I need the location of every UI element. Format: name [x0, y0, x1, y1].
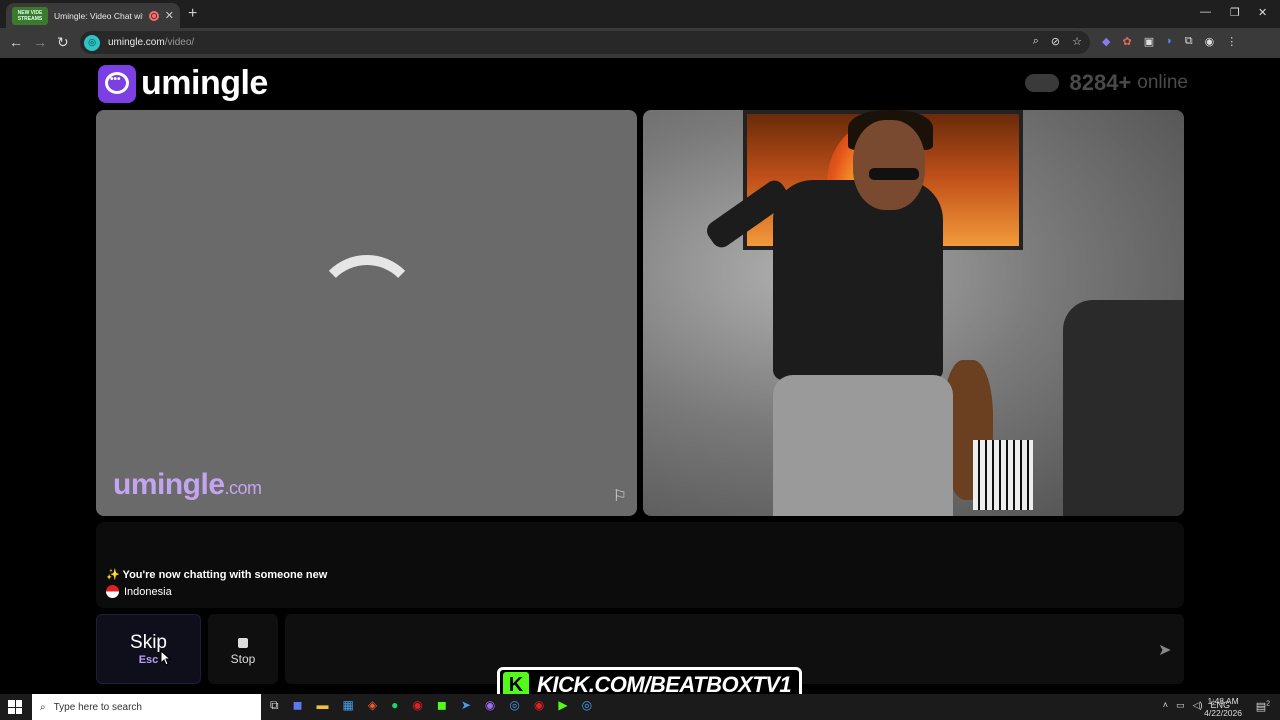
- self-video: [643, 110, 1184, 516]
- browser-tabbar: NEW VIDE STREAMS Umingle: Video Chat wit…: [0, 0, 1280, 28]
- app-icon-5[interactable]: ◉: [534, 698, 544, 713]
- restore-icon[interactable]: ❐: [1230, 6, 1240, 19]
- search-icon: ⌕: [40, 701, 46, 713]
- extensions-bar: ◆ ✿ ▣ ◗ ⧉ ◉ ⋮: [1102, 35, 1237, 48]
- minimize-icon[interactable]: —: [1200, 6, 1211, 18]
- stop-button[interactable]: Stop: [208, 614, 278, 684]
- tray-chevron-icon[interactable]: ˄: [1163, 700, 1168, 711]
- brave-icon[interactable]: ◈: [368, 698, 377, 713]
- file-explorer-icon[interactable]: ▬: [317, 698, 329, 713]
- online-indicator: 8284+ online: [1025, 70, 1188, 96]
- zoom-icon[interactable]: ⌕: [1033, 35, 1039, 48]
- site-logo[interactable]: umingle: [98, 64, 268, 103]
- extension-icon-4[interactable]: ◗: [1166, 35, 1173, 48]
- back-icon[interactable]: ←: [9, 34, 23, 50]
- chat-country: Indonesia: [106, 585, 172, 598]
- extension-icon-3[interactable]: ▣: [1144, 35, 1154, 48]
- profile-avatar[interactable]: ◉: [1205, 35, 1215, 48]
- address-bar[interactable]: ◎ umingle.com/video/ ⌕ ⊘ ☆: [80, 31, 1090, 54]
- logo-text: umingle: [141, 64, 268, 102]
- chat-log: ✨ You're now chatting with someone new I…: [96, 522, 1184, 608]
- sunglasses: [869, 168, 919, 180]
- windows-start-icon[interactable]: [8, 700, 22, 714]
- chrome-icon[interactable]: ◎: [509, 698, 519, 713]
- stop-label: Stop: [230, 652, 256, 666]
- taskbar-search[interactable]: ⌕ Type here to search: [32, 694, 261, 720]
- clock[interactable]: 1:48 AM 4/22/2026: [1204, 695, 1242, 719]
- taskbar-apps: ⧉ ◼ ▬ ▦ ◈ ● ◉ ◼ ➤ ◉ ◎ ◉ ▶ ◎: [270, 698, 592, 713]
- close-tab-icon[interactable]: ✕: [165, 9, 174, 22]
- tab-title: Umingle: Video Chat with S: [54, 10, 143, 21]
- new-tab-button[interactable]: +: [188, 5, 197, 23]
- person-head: [853, 120, 925, 210]
- telegram-icon[interactable]: ➤: [461, 698, 471, 713]
- gaming-chair: [1063, 300, 1184, 516]
- skip-shortcut: Esc: [138, 654, 159, 666]
- person-body: [773, 180, 943, 380]
- reload-icon[interactable]: ↻: [57, 34, 69, 51]
- browser-toolbar: ← → ↻ ◎ umingle.com/video/ ⌕ ⊘ ☆: [0, 28, 1280, 58]
- app-icon-7[interactable]: ◎: [582, 698, 592, 713]
- spotify-icon[interactable]: ●: [391, 698, 398, 713]
- stop-icon: [238, 638, 248, 648]
- skip-label: Skip: [130, 632, 167, 653]
- indonesia-flag-icon: [106, 585, 119, 598]
- page: umingle 8284+ online umingle.com ⚐ ✨ You…: [0, 58, 1280, 694]
- extension-icon-2[interactable]: ✿: [1122, 35, 1131, 48]
- keyboard-instrument: [973, 440, 1033, 510]
- app-icon-1[interactable]: ◼: [293, 698, 303, 713]
- online-label: online: [1137, 72, 1188, 93]
- tab-favicon: NEW VIDE STREAMS: [12, 6, 48, 25]
- video-watermark: umingle.com: [113, 468, 262, 501]
- browser-tab[interactable]: NEW VIDE STREAMS Umingle: Video Chat wit…: [6, 3, 180, 28]
- app-icon-4[interactable]: ◉: [485, 698, 495, 713]
- notifications-icon[interactable]: ▤2: [1256, 700, 1270, 713]
- chat-bubble-icon: [98, 64, 136, 103]
- bookmark-star-icon[interactable]: ☆: [1072, 35, 1082, 48]
- skip-button[interactable]: Skip Esc: [96, 614, 201, 684]
- app-icon-6[interactable]: ▶: [558, 698, 567, 713]
- taskbar: ⌕ Type here to search ⧉ ◼ ▬ ▦ ◈ ● ◉ ◼ ➤ …: [0, 694, 1280, 720]
- clock-time: 1:48 AM: [1207, 696, 1239, 706]
- country-label: Indonesia: [124, 585, 172, 598]
- taskbar-search-placeholder: Type here to search: [53, 701, 142, 713]
- stranger-video: umingle.com ⚐: [96, 110, 637, 516]
- online-count: 8284+: [1069, 70, 1132, 95]
- recording-icon: [148, 10, 159, 21]
- extension-icon-1[interactable]: ◆: [1102, 35, 1110, 48]
- network-icon[interactable]: ▭: [1176, 700, 1185, 711]
- close-window-icon[interactable]: ✕: [1258, 6, 1267, 19]
- forward-icon[interactable]: →: [33, 34, 47, 50]
- url-text: umingle.com/video/: [108, 37, 195, 48]
- chat-status-message: ✨ You're now chatting with someone new: [106, 569, 328, 581]
- app-icon-3[interactable]: ◼: [437, 698, 447, 713]
- send-icon[interactable]: ➤: [1158, 640, 1171, 660]
- loading-spinner-icon: [313, 255, 421, 363]
- volume-icon[interactable]: ◁): [1193, 700, 1203, 711]
- tracking-icon[interactable]: ⊘: [1051, 35, 1060, 48]
- menu-kebab-icon[interactable]: ⋮: [1226, 35, 1237, 48]
- clock-date: 4/22/2026: [1204, 708, 1242, 718]
- extensions-puzzle-icon[interactable]: ⧉: [1185, 35, 1193, 48]
- online-toggle[interactable]: [1025, 74, 1060, 92]
- store-icon[interactable]: ▦: [343, 698, 354, 713]
- mouse-cursor-icon: [160, 650, 170, 666]
- task-view-icon[interactable]: ⧉: [270, 698, 279, 713]
- app-icon-2[interactable]: ◉: [412, 698, 422, 713]
- report-flag-icon[interactable]: ⚐: [613, 486, 627, 506]
- person-pants: [773, 375, 953, 516]
- site-info-icon[interactable]: ◎: [84, 34, 100, 51]
